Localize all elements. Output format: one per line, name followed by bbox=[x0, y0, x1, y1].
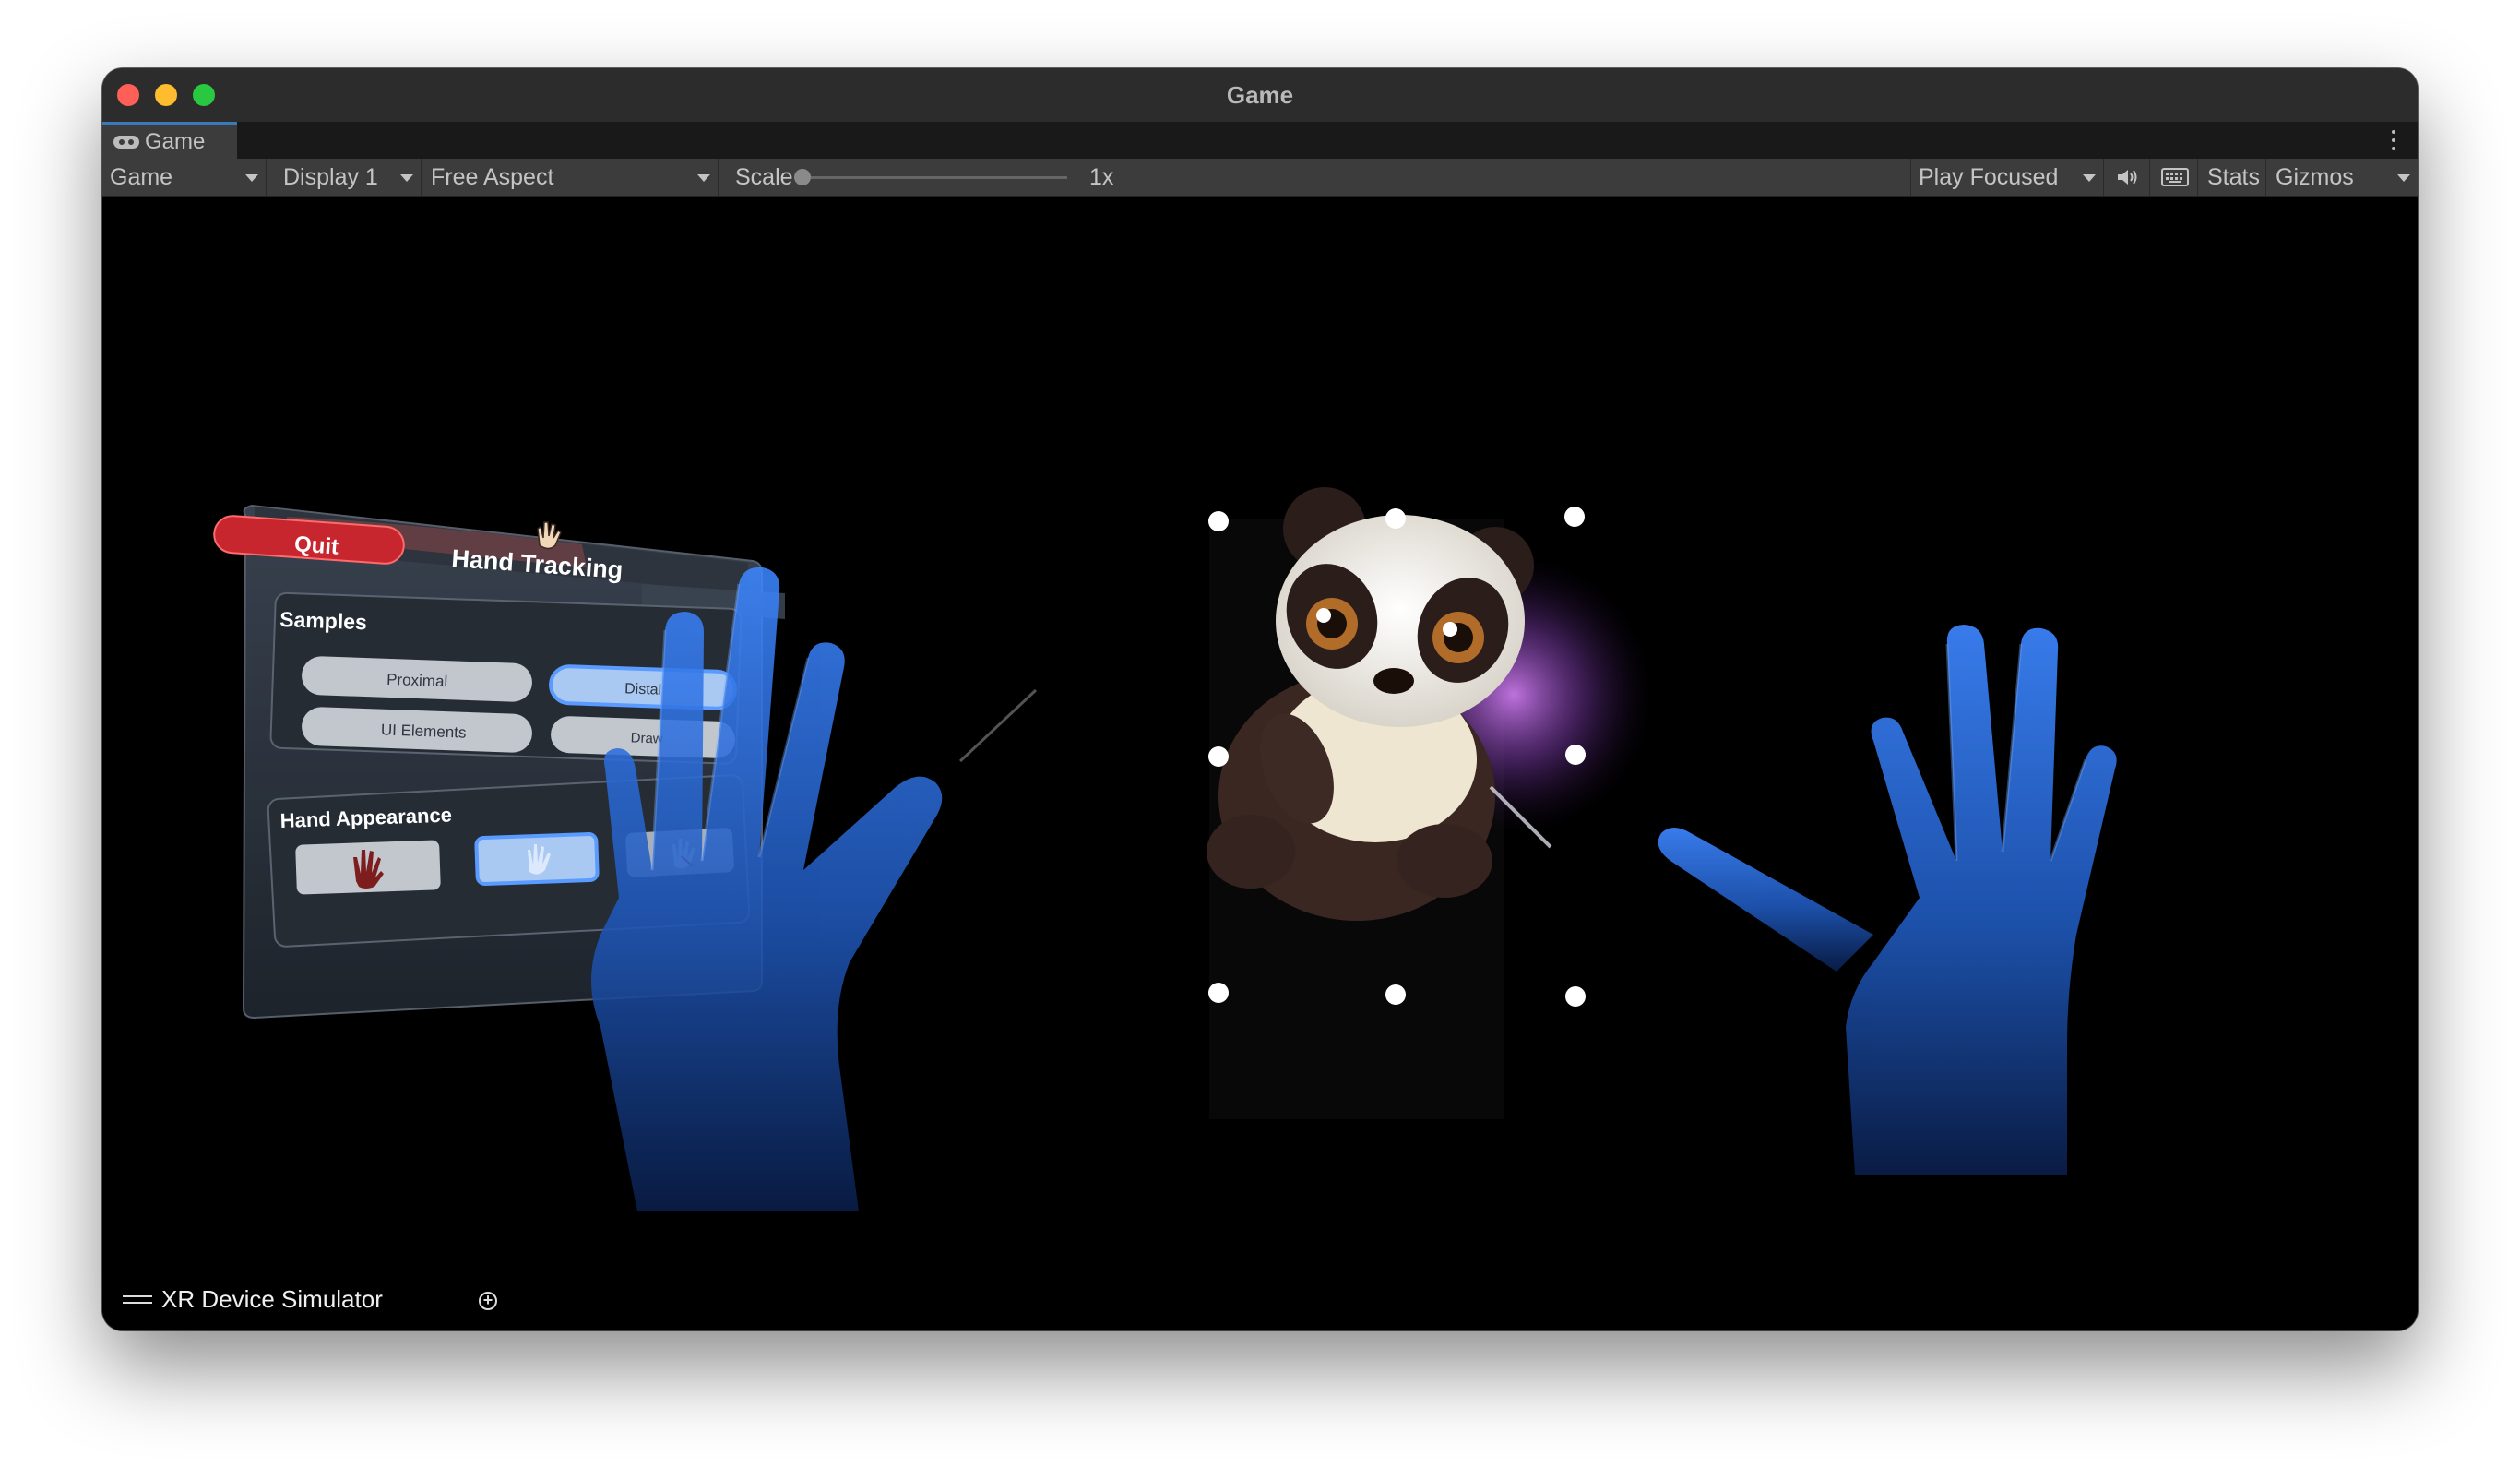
play-mode-label: Play Focused bbox=[1919, 163, 2059, 190]
selection-handle[interactable] bbox=[1208, 983, 1229, 1003]
panda-object[interactable] bbox=[1207, 487, 1652, 1119]
sample-button-draw[interactable]: Draw bbox=[550, 716, 735, 759]
window-title: Game bbox=[1226, 80, 1294, 109]
scale-label: Scale bbox=[735, 163, 793, 190]
add-button[interactable]: + bbox=[479, 1292, 497, 1310]
game-scene: Quit Hand Tracking Samples Proximal Dist… bbox=[213, 487, 2117, 1211]
quit-label: Quit bbox=[293, 531, 339, 559]
selection-handle[interactable] bbox=[1208, 511, 1229, 531]
chevron-down-icon bbox=[245, 174, 258, 182]
speaker-icon bbox=[2117, 170, 2136, 185]
chevron-down-icon bbox=[400, 174, 413, 182]
gamepad-icon bbox=[113, 135, 139, 149]
tab-label: Game bbox=[145, 128, 206, 154]
maximize-window-button[interactable] bbox=[193, 84, 215, 106]
sample-label: Proximal bbox=[386, 671, 448, 690]
stats-button[interactable]: Stats bbox=[2200, 159, 2266, 196]
scale-value: 1x bbox=[1089, 163, 1114, 190]
interaction-ray bbox=[958, 688, 1038, 763]
aspect-label: Free Aspect bbox=[431, 163, 554, 190]
mute-audio-button[interactable] bbox=[2106, 159, 2150, 196]
display-label: Display 1 bbox=[283, 163, 378, 190]
xr-device-simulator-bar[interactable]: XR Device Simulator bbox=[123, 1285, 383, 1314]
shortcuts-button[interactable] bbox=[2152, 159, 2198, 196]
minimize-window-button[interactable] bbox=[155, 84, 177, 106]
sample-button-ui-elements[interactable]: UI Elements bbox=[301, 707, 532, 754]
selection-handle[interactable] bbox=[1565, 986, 1586, 1007]
keyboard-icon bbox=[2160, 168, 2189, 186]
sample-label: UI Elements bbox=[381, 721, 467, 741]
tab-bar: Game bbox=[102, 122, 2418, 160]
tab-game[interactable]: Game bbox=[102, 122, 237, 159]
scale-control: Scale 1x bbox=[720, 159, 1910, 196]
chevron-down-icon bbox=[697, 174, 710, 182]
game-toolbar: Game Display 1 Free Aspect Scale 1x Play… bbox=[102, 159, 2418, 197]
play-mode-dropdown[interactable]: Play Focused bbox=[1910, 159, 2104, 196]
scale-slider-track[interactable] bbox=[800, 176, 1067, 179]
samples-heading: Samples bbox=[279, 607, 367, 634]
gizmos-dropdown[interactable]: Gizmos bbox=[2268, 159, 2418, 196]
view-mode-label: Game bbox=[110, 163, 173, 190]
title-bar[interactable]: Game bbox=[102, 68, 2418, 122]
selection-handle[interactable] bbox=[1385, 508, 1406, 529]
sample-button-proximal[interactable]: Proximal bbox=[301, 656, 532, 703]
chevron-down-icon bbox=[2397, 174, 2410, 182]
hand-style-option-1[interactable] bbox=[295, 840, 441, 895]
xr-simulator-label: XR Device Simulator bbox=[161, 1285, 383, 1313]
gizmos-label: Gizmos bbox=[2276, 163, 2354, 190]
selection-handle[interactable] bbox=[1564, 507, 1585, 527]
selection-handle[interactable] bbox=[1208, 746, 1229, 767]
view-mode-dropdown[interactable]: Game bbox=[102, 159, 267, 196]
game-window: Game Game Game Display 1 Free Aspect Sca… bbox=[102, 68, 2418, 1330]
menu-icon[interactable] bbox=[123, 1295, 152, 1304]
game-viewport[interactable]: Quit Hand Tracking Samples Proximal Dist… bbox=[102, 197, 2418, 1330]
selection-handle[interactable] bbox=[1565, 745, 1586, 765]
selection-handle[interactable] bbox=[1385, 984, 1406, 1005]
window-controls bbox=[117, 84, 215, 106]
sample-label: Distal bbox=[624, 681, 662, 698]
stats-label: Stats bbox=[2207, 163, 2260, 190]
right-hand bbox=[1658, 625, 2117, 1175]
aspect-dropdown[interactable]: Free Aspect bbox=[423, 159, 719, 196]
display-dropdown[interactable]: Display 1 bbox=[268, 159, 422, 196]
scale-slider-handle[interactable] bbox=[794, 169, 811, 185]
sample-button-distal[interactable]: Distal bbox=[549, 664, 737, 710]
chevron-down-icon bbox=[2083, 174, 2096, 182]
hand-style-option-2[interactable] bbox=[474, 832, 600, 886]
close-window-button[interactable] bbox=[117, 84, 139, 106]
more-options-icon[interactable] bbox=[2392, 130, 2395, 150]
